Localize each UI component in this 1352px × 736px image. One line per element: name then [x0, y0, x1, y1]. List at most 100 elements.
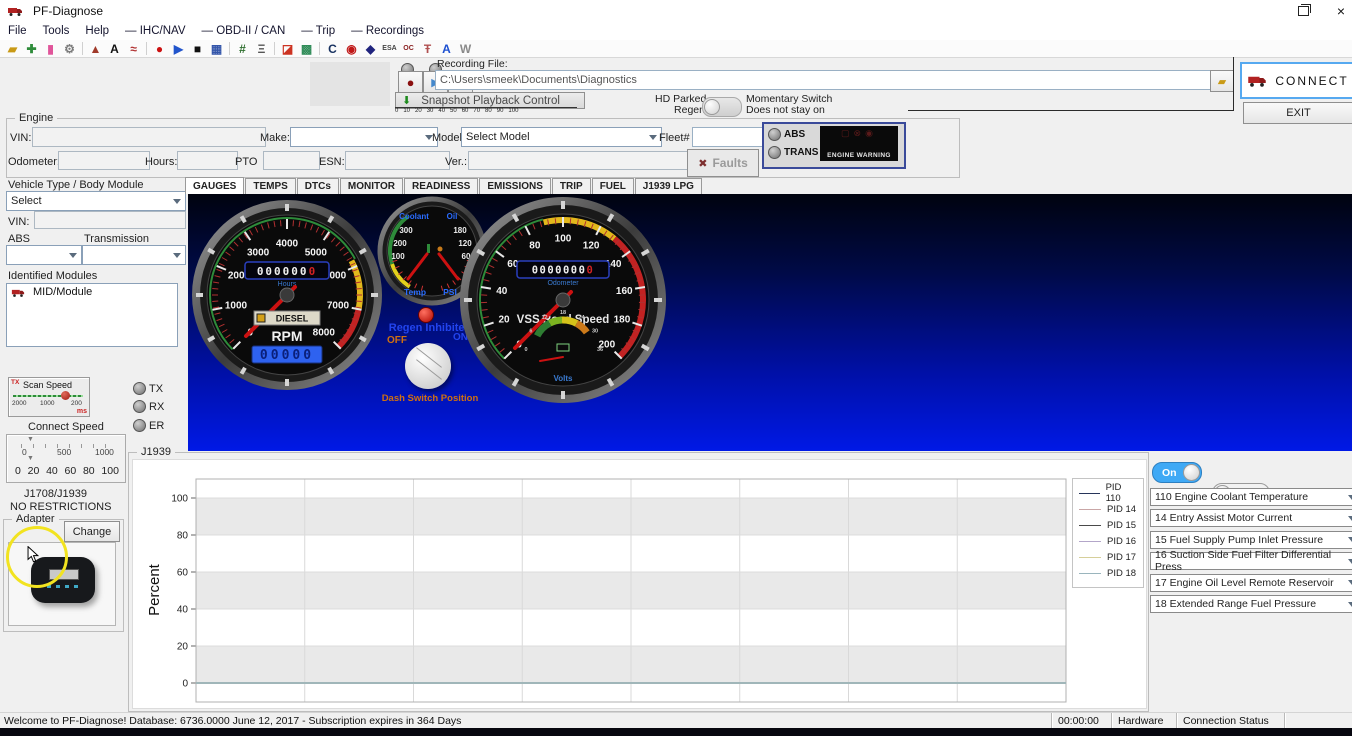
- tab-dtcs[interactable]: DTCs: [297, 178, 339, 194]
- svg-text:12: 12: [541, 315, 547, 321]
- engine-warning-label: ENGINE WARNING: [827, 152, 891, 159]
- svg-text:24: 24: [578, 315, 585, 321]
- pid-on-toggle[interactable]: On: [1152, 462, 1202, 483]
- fault-lamp-icon[interactable]: ◪: [278, 41, 297, 56]
- svg-text:80: 80: [529, 240, 541, 251]
- hours-input[interactable]: [177, 151, 238, 170]
- connect-button[interactable]: CONNECT: [1240, 62, 1352, 99]
- pid-select-2[interactable]: 14 Entry Assist Motor Current: [1150, 509, 1352, 527]
- cat-brand-icon[interactable]: C: [323, 41, 342, 56]
- close-window-button[interactable]: ×: [1328, 3, 1352, 19]
- esa-brand-icon[interactable]: ESA: [380, 41, 399, 56]
- svg-text:5000: 5000: [305, 247, 328, 258]
- pid-select-5[interactable]: 17 Engine Oil Level Remote Reservoir: [1150, 574, 1352, 592]
- ver-input[interactable]: [468, 151, 691, 170]
- sidebar-vin-input[interactable]: [34, 211, 186, 229]
- make-label: Make:: [260, 132, 290, 144]
- svg-text:Odometer: Odometer: [547, 280, 579, 287]
- restore-window-button[interactable]: [1290, 3, 1316, 19]
- exit-button[interactable]: EXIT: [1243, 102, 1352, 124]
- fleet-input[interactable]: [692, 127, 766, 147]
- model-label: Model: [432, 132, 462, 144]
- settings-gear-icon[interactable]: ⚙: [60, 41, 79, 56]
- tab-gauges[interactable]: GAUGES: [185, 177, 244, 194]
- chevron-down-icon: [69, 253, 77, 262]
- engine-vin-input[interactable]: [32, 127, 266, 147]
- faults-button[interactable]: ✖ Faults: [687, 149, 759, 177]
- tpms-brand-icon[interactable]: Ŧ: [418, 41, 437, 56]
- hd-regen-toggle[interactable]: [702, 97, 742, 117]
- allison-brand-icon[interactable]: A: [437, 41, 456, 56]
- tx-label: TX: [149, 383, 163, 395]
- toolbar-separator: [146, 42, 147, 55]
- svg-text:180: 180: [614, 315, 631, 326]
- pid-select-4[interactable]: 16 Suction Side Fuel Filter Differential…: [1150, 552, 1352, 570]
- record-icon[interactable]: ●: [150, 41, 169, 56]
- tab-j1939-lpg[interactable]: J1939 LPG: [635, 178, 702, 194]
- pid-select-6[interactable]: 18 Extended Range Fuel Pressure: [1150, 595, 1352, 613]
- chevron-down-icon: [1348, 559, 1352, 568]
- fault-codes-icon[interactable]: A: [105, 41, 124, 56]
- toolbar-separator: [82, 42, 83, 55]
- trans-led: [768, 146, 781, 159]
- oc-brand-icon[interactable]: OC: [399, 41, 418, 56]
- browse-folder-button[interactable]: ▰: [1210, 70, 1234, 92]
- adapter-legend: Adapter: [12, 513, 59, 525]
- j1708-j1587-icon[interactable]: #: [233, 41, 252, 56]
- menu-item--ihc-nav[interactable]: — IHC/NAV: [117, 25, 194, 37]
- notes-icon[interactable]: ▮: [41, 41, 60, 56]
- vehicle-type-select[interactable]: Select: [6, 191, 186, 211]
- menu-item--obd-ii-can[interactable]: — OBD-II / CAN: [194, 25, 294, 37]
- odometer-input[interactable]: [58, 151, 150, 170]
- svg-text:20: 20: [498, 315, 510, 326]
- tab-trip[interactable]: TRIP: [552, 178, 591, 194]
- recording-file-input[interactable]: C:\Users\smeek\Documents\Diagnostics: [435, 70, 1217, 90]
- snapshot-slider-scale[interactable]: 0 10 20 30 40 50 60 70 80 90 100: [395, 107, 577, 117]
- identified-modules-list[interactable]: MID/Module: [6, 283, 178, 347]
- menu-item--recordings[interactable]: — Recordings: [343, 25, 432, 37]
- rpm-data-icon[interactable]: ▦: [207, 41, 226, 56]
- record-button[interactable]: ●: [398, 71, 423, 93]
- make-select[interactable]: [290, 127, 438, 147]
- ecm-icon[interactable]: Ξ: [252, 41, 271, 56]
- legend-line-swatch: [1079, 525, 1101, 526]
- scan-tick-1000: 1000: [40, 400, 54, 407]
- graph-icon[interactable]: ≈: [124, 41, 143, 56]
- menu-item--trip[interactable]: — Trip: [293, 25, 343, 37]
- transmission-select[interactable]: [82, 245, 186, 265]
- status-connection: Connection Status: [1176, 713, 1284, 729]
- change-adapter-button[interactable]: Change: [64, 521, 120, 542]
- menu-item-file[interactable]: File: [0, 25, 35, 37]
- adapter-connect-icon[interactable]: ✚: [22, 41, 41, 56]
- esn-input[interactable]: [345, 151, 450, 170]
- module-list-item[interactable]: MID/Module: [7, 284, 177, 300]
- vehicle-modules-icon[interactable]: ▲: [86, 41, 105, 56]
- hours-label: Hours:: [145, 156, 177, 168]
- open-folder-icon[interactable]: ▰: [3, 41, 22, 56]
- pid-select-1[interactable]: 110 Engine Coolant Temperature: [1150, 488, 1352, 506]
- wabco-brand-icon[interactable]: W: [456, 41, 475, 56]
- abs-select[interactable]: [6, 245, 82, 265]
- svg-text:36: 36: [597, 347, 603, 353]
- tab-monitor[interactable]: MONITOR: [340, 178, 403, 194]
- pto-input[interactable]: [263, 151, 320, 170]
- dash-switch-knob[interactable]: [405, 343, 451, 389]
- window-bottom-edge: [0, 728, 1352, 736]
- pid-select-3[interactable]: 15 Fuel Supply Pump Inlet Pressure: [1150, 531, 1352, 549]
- play-icon[interactable]: ▶: [169, 41, 188, 56]
- international-brand-icon[interactable]: ◆: [361, 41, 380, 56]
- er-label: ER: [149, 420, 164, 432]
- model-select[interactable]: Select Model: [461, 127, 662, 147]
- menu-item-help[interactable]: Help: [77, 25, 117, 37]
- tab-emissions[interactable]: EMISSIONS: [479, 178, 551, 194]
- connect-label: CONNECT: [1275, 74, 1348, 88]
- tab-readiness[interactable]: READINESS: [404, 178, 478, 194]
- stop-icon[interactable]: ■: [188, 41, 207, 56]
- tab-fuel[interactable]: FUEL: [592, 178, 634, 194]
- can-monitor-icon[interactable]: ▩: [297, 41, 316, 56]
- connect-speed-slider[interactable]: ▼ 0 500 1000 ▼ 020406080100: [6, 434, 126, 483]
- svg-text:30: 30: [592, 328, 598, 334]
- detroit-brand-icon[interactable]: ◉: [342, 41, 361, 56]
- menu-item-tools[interactable]: Tools: [35, 25, 78, 37]
- tab-temps[interactable]: TEMPS: [245, 178, 295, 194]
